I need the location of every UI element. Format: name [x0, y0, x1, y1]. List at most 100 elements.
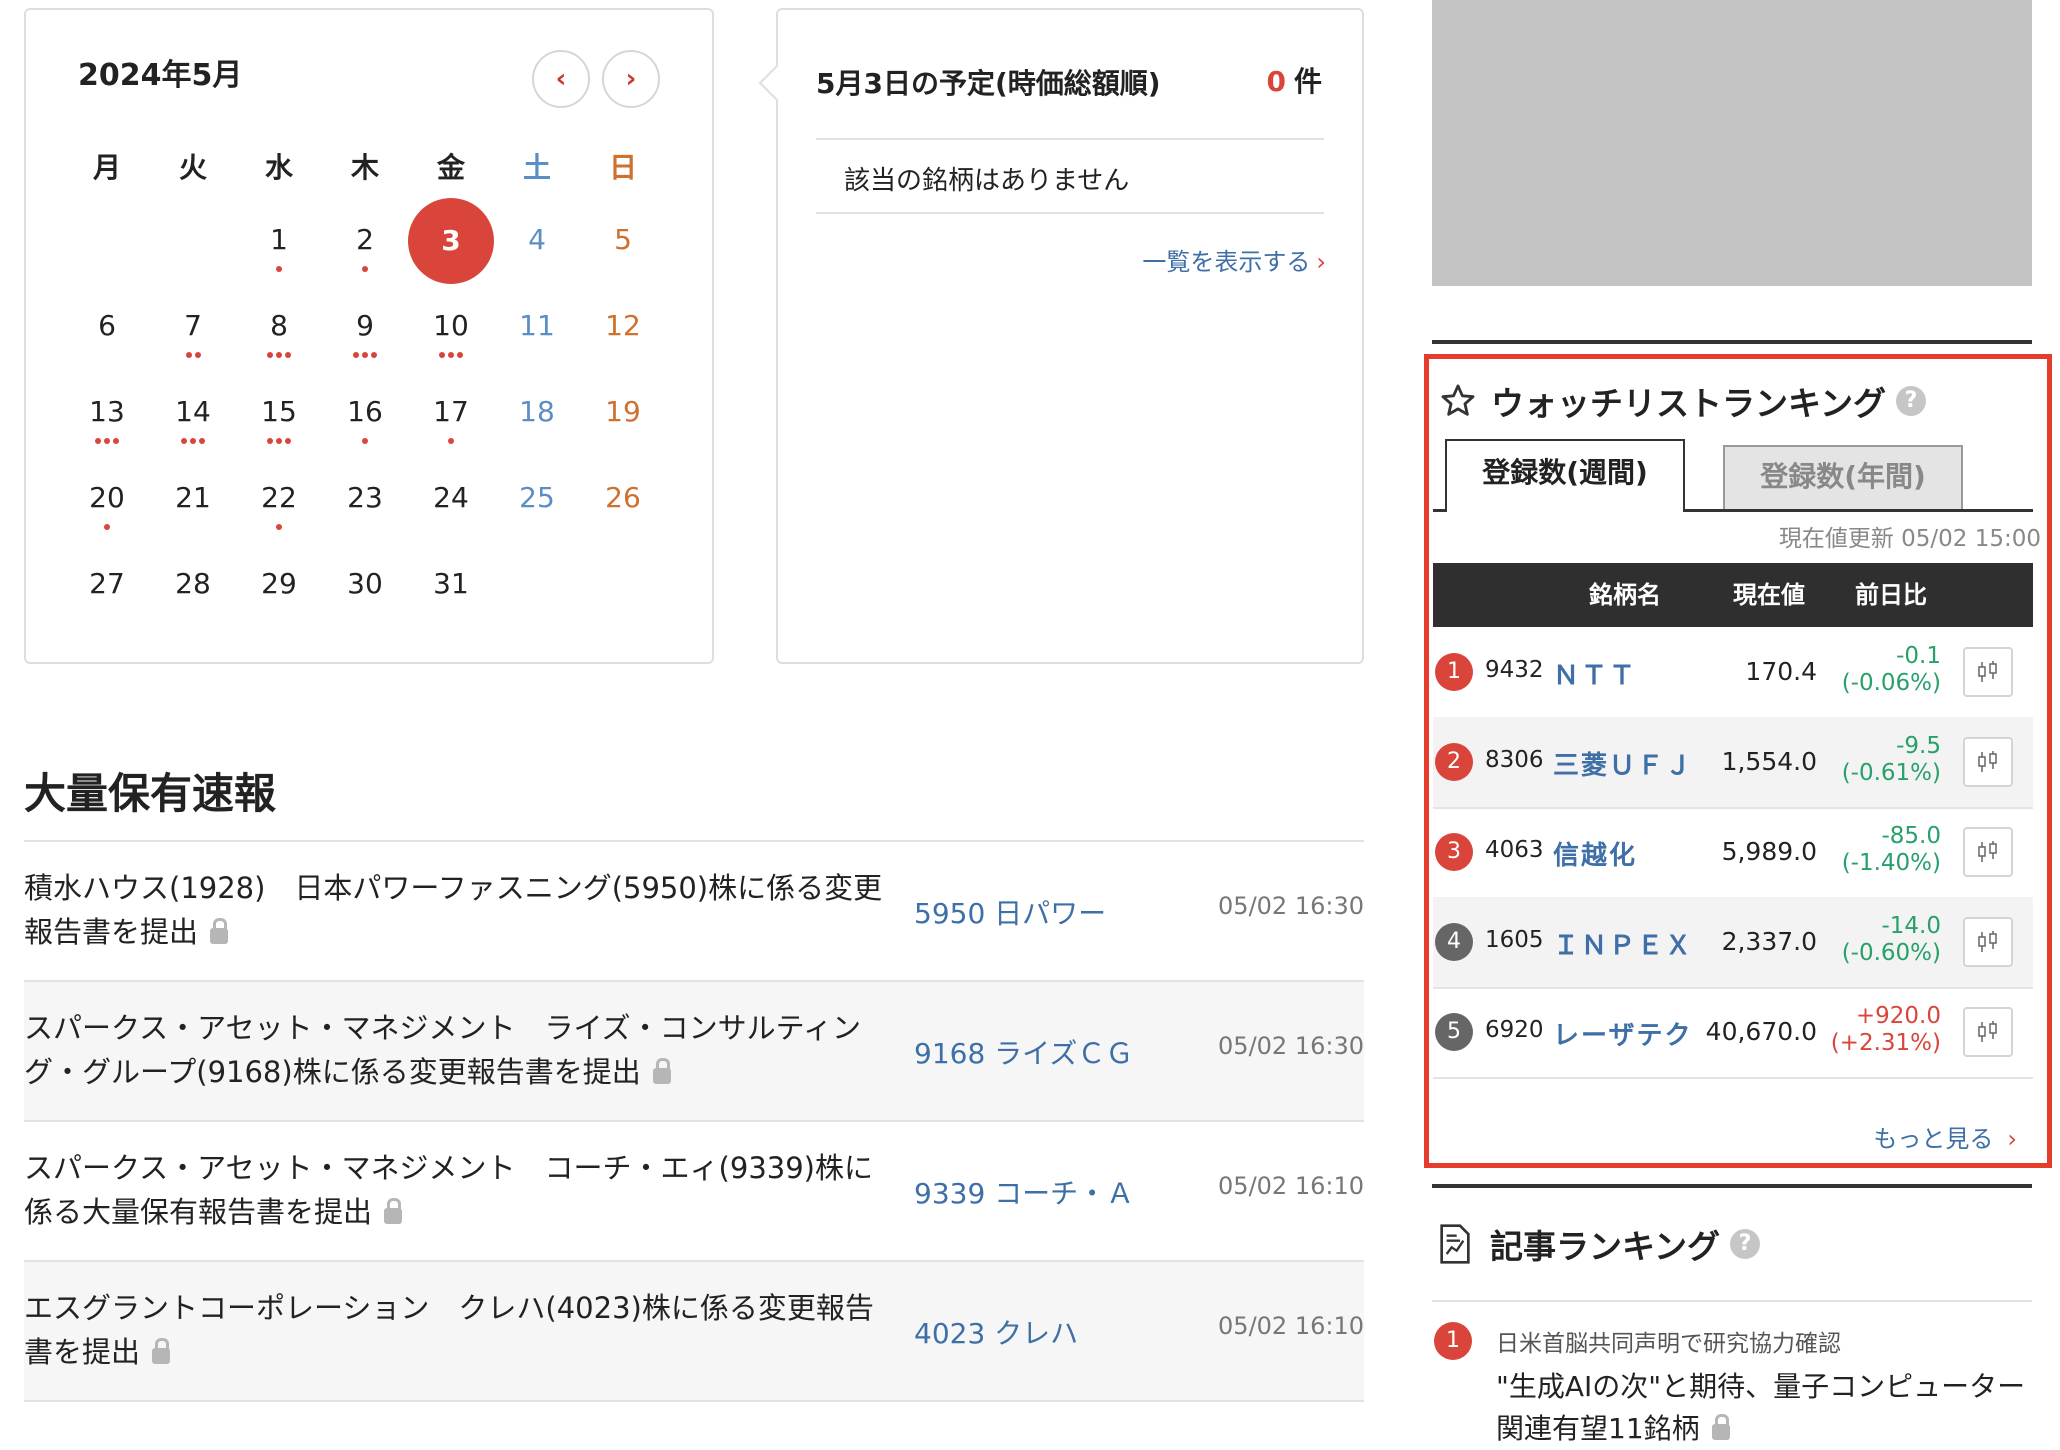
calendar-day[interactable]: 18: [494, 370, 580, 456]
holdings-report-link[interactable]: エスグラントコーポレーション クレハ(4023)株に係る変更報告書を提出: [24, 1286, 894, 1374]
holdings-row: スパークス・アセット・マネジメント ライズ・コンサルティング・グループ(9168…: [24, 982, 1364, 1122]
rank-badge: 5: [1435, 1013, 1473, 1051]
event-dot: [276, 524, 282, 530]
calendar-week-row: 27 28 29 30 31: [64, 542, 666, 628]
change-value: -14.0: [1881, 913, 1941, 939]
calendar-day[interactable]: 25: [494, 456, 580, 542]
chart-button[interactable]: [1963, 1007, 2013, 1057]
holdings-report-link[interactable]: スパークス・アセット・マネジメント ライズ・コンサルティング・グループ(9168…: [24, 1006, 894, 1094]
stock-name-link[interactable]: ＮＴＴ: [1553, 655, 1637, 692]
calendar-day[interactable]: 16: [322, 370, 408, 456]
day-number: 6: [98, 309, 116, 342]
holdings-section-title: 大量保有速報: [24, 769, 277, 818]
calendar-day[interactable]: 9: [322, 284, 408, 370]
stock-code: 1605: [1485, 927, 1544, 953]
current-price: 2,337.0: [1721, 927, 1817, 956]
article-subtitle[interactable]: 日米首脳共同声明で研究協力確認: [1496, 1324, 1841, 1358]
chart-button[interactable]: [1963, 737, 2013, 787]
calendar-day[interactable]: 14: [150, 370, 236, 456]
stock-name-link[interactable]: レーザテク: [1553, 1015, 1692, 1052]
calendar-day[interactable]: 31: [408, 542, 494, 628]
candlestick-chart-icon: [1978, 931, 1997, 952]
holdings-report-text: 積水ハウス(1928) 日本パワーファスニング(5950)株に係る変更報告書を提…: [24, 871, 883, 949]
stock-link[interactable]: 9339 コーチ・Ａ: [914, 1172, 1134, 1212]
day-number: 15: [261, 395, 297, 428]
calendar-day[interactable]: 28: [150, 542, 236, 628]
candlestick-chart-icon: [1978, 1021, 1997, 1042]
watchlist-row: 2 8306 三菱ＵＦＪ 1,554.0 -9.5 (-0.61%): [1433, 717, 2033, 809]
calendar-day[interactable]: 1: [236, 198, 322, 284]
calendar-day[interactable]: 21: [150, 456, 236, 542]
calendar-day[interactable]: 8: [236, 284, 322, 370]
watchlist-row: 5 6920 レーザテク 40,670.0 +920.0 (+2.31%): [1433, 987, 2033, 1079]
calendar-day[interactable]: 22: [236, 456, 322, 542]
event-dot: [439, 352, 445, 358]
day-number: 22: [261, 481, 297, 514]
current-price: 40,670.0: [1705, 1017, 1817, 1046]
calendar-empty-cell: [580, 542, 666, 628]
event-dot: [104, 438, 110, 444]
day-number: 18: [519, 395, 555, 428]
calendar-day[interactable]: 3: [408, 198, 494, 284]
chart-button[interactable]: [1963, 647, 2013, 697]
calendar-week-row: 13 14 15 16 17 18 19: [64, 370, 666, 456]
calendar-day[interactable]: 10: [408, 284, 494, 370]
help-icon[interactable]: ?: [1730, 1229, 1761, 1259]
pointer-arrow: [758, 64, 796, 102]
stock-code: 9432: [1485, 657, 1544, 683]
day-number: 7: [184, 309, 202, 342]
stock-link[interactable]: 4023 クレハ: [914, 1312, 1078, 1352]
article-title[interactable]: "生成AIの次"と期待、量子コンピューター関連有望11銘柄: [1496, 1366, 2036, 1450]
next-month-button[interactable]: ›: [602, 50, 660, 108]
calendar-day[interactable]: 17: [408, 370, 494, 456]
calendar-day[interactable]: 13: [64, 370, 150, 456]
holdings-report-link[interactable]: 積水ハウス(1928) 日本パワーファスニング(5950)株に係る変更報告書を提…: [24, 866, 894, 954]
day-number: 2: [356, 223, 374, 256]
calendar-day[interactable]: 19: [580, 370, 666, 456]
calendar-day[interactable]: 29: [236, 542, 322, 628]
stock-name-link[interactable]: 信越化: [1553, 835, 1637, 872]
show-list-link[interactable]: 一覧を表示する ›: [1142, 242, 1326, 277]
day-number: 20: [89, 481, 125, 514]
calendar-day[interactable]: 20: [64, 456, 150, 542]
day-number: 27: [89, 567, 125, 600]
see-more-link[interactable]: もっと見る ›: [1873, 1119, 2017, 1154]
report-timestamp: 05/02 16:30: [1218, 1032, 1364, 1060]
weekday-header-row: 月火水木金土日: [64, 138, 666, 198]
holdings-report-link[interactable]: スパークス・アセット・マネジメント コーチ・エィ(9339)株に係る大量保有報告…: [24, 1146, 894, 1234]
calendar-day[interactable]: 4: [494, 198, 580, 284]
prev-month-button[interactable]: ‹: [532, 50, 590, 108]
day-number: 4: [528, 223, 546, 256]
tab-weekly[interactable]: 登録数(週間): [1445, 439, 1685, 512]
calendar-day[interactable]: 26: [580, 456, 666, 542]
calendar-day[interactable]: 24: [408, 456, 494, 542]
calendar-day[interactable]: 27: [64, 542, 150, 628]
stock-link[interactable]: 9168 ライズＣＧ: [914, 1032, 1133, 1072]
calendar-day[interactable]: 2: [322, 198, 408, 284]
stock-name-link[interactable]: 三菱ＵＦＪ: [1553, 745, 1693, 782]
divider: [816, 212, 1324, 214]
help-icon[interactable]: ?: [1896, 386, 1927, 416]
chart-button[interactable]: [1963, 917, 2013, 967]
day-number: 23: [347, 481, 383, 514]
change-value: +920.0: [1855, 1003, 1941, 1029]
calendar-day[interactable]: 7: [150, 284, 236, 370]
event-dots: [236, 266, 322, 272]
calendar-day[interactable]: 30: [322, 542, 408, 628]
calendar-day[interactable]: 12: [580, 284, 666, 370]
calendar-day[interactable]: 11: [494, 284, 580, 370]
schedule-empty-message: 該当の銘柄はありません: [844, 166, 1130, 196]
chart-button[interactable]: [1963, 827, 2013, 877]
stock-link[interactable]: 5950 日パワー: [914, 892, 1106, 932]
calendar-day[interactable]: 6: [64, 284, 150, 370]
event-dot: [276, 438, 282, 444]
section-divider: [1432, 340, 2032, 344]
tab-yearly[interactable]: 登録数(年間): [1723, 445, 1963, 509]
calendar-day[interactable]: 15: [236, 370, 322, 456]
event-dots: [322, 352, 408, 358]
change-percent: (-0.06%): [1841, 670, 1941, 696]
calendar-day[interactable]: 5: [580, 198, 666, 284]
calendar-day[interactable]: 23: [322, 456, 408, 542]
stock-name-link[interactable]: ＩＮＰＥＸ: [1553, 925, 1693, 962]
rank-badge: 2: [1435, 743, 1473, 781]
